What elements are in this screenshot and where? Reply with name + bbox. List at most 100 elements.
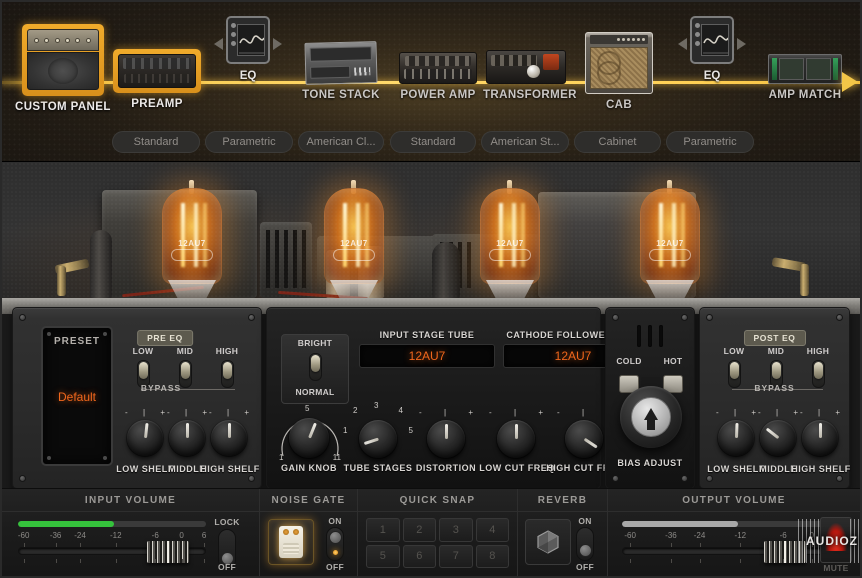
chain-node-tone-stack[interactable]: TONE STACK [302, 41, 380, 101]
post-eq-high-shelf-knob[interactable] [802, 420, 838, 456]
pre-eq-middle-ticks: - | + [167, 408, 207, 417]
preset-title: PRESET [53, 336, 100, 347]
chain-node-power-amp[interactable]: POWER AMP [396, 52, 480, 101]
post-eq-high-shelf-label: HIGH SHELF [791, 464, 851, 474]
capacitor-1 [326, 250, 350, 298]
post-screw-tr [836, 314, 843, 321]
quick-snap-button-8[interactable]: 8 [475, 544, 509, 568]
pill-transformer-variant[interactable]: American St... [481, 131, 569, 153]
pre-eq-bypass-label: BYPASS [140, 383, 182, 393]
low-cut-freq-ticks: - | + [489, 408, 543, 417]
chain-node-preamp[interactable]: PREAMP [112, 49, 202, 110]
handle-bracket-right [771, 257, 807, 272]
pill-eq2-variant[interactable]: Parametric [666, 131, 754, 153]
chain-node-amp-match[interactable]: AMP MATCH [764, 54, 846, 101]
post-screw-br [836, 475, 843, 482]
bias-screw-br [681, 475, 688, 482]
input-stage-tube-readout[interactable]: 12AU7 [359, 344, 495, 368]
input-lock-on-label: LOCK [214, 517, 240, 527]
quick-snap-button-7[interactable]: 7 [439, 544, 473, 568]
chain-label-power-amp: POWER AMP [400, 89, 476, 101]
gain-knob[interactable] [289, 418, 329, 458]
quick-snap-button-1[interactable]: 1 [366, 518, 400, 542]
reverb-toggle[interactable] [569, 527, 601, 561]
high-cut-freq-knob[interactable] [565, 420, 603, 458]
pre-eq-high-shelf-label: HIGH SHELF [200, 464, 260, 474]
pill-preamp-variant[interactable]: Standard [112, 131, 200, 153]
pill-power-amp-variant[interactable]: Standard [390, 131, 476, 153]
reverb-title: REVERB [518, 489, 607, 512]
quick-snap-button-4[interactable]: 4 [475, 518, 509, 542]
eq1-prev-arrow-icon[interactable] [214, 38, 223, 50]
pre-eq-high-shelf-knob[interactable] [211, 420, 247, 456]
noise-gate-title: NOISE GATE [260, 489, 357, 512]
output-volume-slider[interactable] [622, 541, 826, 563]
chain-node-eq-1[interactable]: EQ [214, 16, 282, 82]
input-volume-title: INPUT VOLUME [2, 489, 259, 512]
quick-snap-button-2[interactable]: 2 [402, 518, 436, 542]
noise-gate-toggle[interactable] [319, 527, 351, 561]
cathode-follower-tube-value: 12AU7 [554, 349, 592, 363]
preamp-tube-4: 12AU7 [640, 180, 700, 300]
wire-red-mid [278, 290, 368, 301]
bias-up-arrow-icon [644, 408, 658, 430]
pill-tone-stack-variant[interactable]: American Cl... [298, 131, 384, 153]
post-eq-middle-knob[interactable] [760, 420, 796, 456]
reverb-button[interactable] [525, 519, 571, 565]
power-amp-thumbnail[interactable] [399, 52, 477, 84]
vent-block-left [260, 222, 312, 298]
distortion-ticks: - | + [419, 408, 473, 417]
tone-stack-icon [304, 41, 378, 85]
distortion-knob[interactable] [427, 420, 465, 458]
quick-snap-button-6[interactable]: 6 [402, 544, 436, 568]
input-stage-tube-value: 12AU7 [408, 349, 446, 363]
tube-3-type-label: 12AU7 [496, 239, 524, 248]
tube-stages-knob[interactable] [359, 420, 397, 458]
tone-stack-thumbnail[interactable] [304, 41, 378, 85]
noise-gate-section: NOISE GATE ON OFF [260, 489, 358, 576]
chain-node-cab[interactable]: CAB [584, 32, 654, 111]
input-volume-slider[interactable] [18, 541, 206, 563]
post-eq-low-shelf-knob[interactable] [718, 420, 754, 456]
pre-eq-mid-label: MID [176, 346, 194, 356]
eq2-next-arrow-icon[interactable] [737, 38, 746, 50]
eq2-thumbnail[interactable] [678, 16, 746, 64]
preset-display[interactable]: PRESET Default [41, 326, 113, 466]
low-cut-freq-knob[interactable] [497, 420, 535, 458]
pill-cab-variant[interactable]: Cabinet [574, 131, 661, 153]
pre-eq-low-shelf-knob[interactable] [127, 420, 163, 456]
amp-match-icon [768, 54, 842, 84]
chain-node-custom-panel[interactable]: CUSTOM PANEL [15, 24, 110, 113]
normal-label: NORMAL [295, 387, 335, 397]
bias-adjust-knob[interactable] [619, 375, 683, 448]
vent-block-mid [432, 234, 540, 298]
bright-normal-switch[interactable] [281, 353, 349, 381]
input-volume-meter [18, 521, 206, 527]
amp-match-thumbnail[interactable] [768, 54, 842, 84]
transformer-thumbnail[interactable] [486, 50, 566, 84]
quick-snap-button-5[interactable]: 5 [366, 544, 400, 568]
bias-screw-tr [681, 314, 688, 321]
power-amp-icon [399, 52, 477, 84]
input-volume-section: INPUT VOLUME -60 -36 -24 -12 -6 0 6 LOCK… [2, 489, 260, 576]
preamp-thumbnail[interactable] [113, 49, 201, 93]
reverb-on-label: ON [578, 516, 592, 526]
noise-gate-button[interactable] [268, 519, 314, 565]
pre-eq-middle-knob[interactable] [169, 420, 205, 456]
custom-panel-thumbnail[interactable] [21, 24, 104, 96]
quick-snap-section: QUICK SNAP 1 2 3 4 5 6 7 8 [358, 489, 518, 576]
transformer-block-left [102, 190, 257, 298]
chain-node-transformer[interactable]: TRANSFORMER [483, 50, 576, 101]
pill-eq1-variant[interactable]: Parametric [205, 131, 293, 153]
capacitor-dark-mid [432, 242, 460, 298]
amp-head-icon [26, 29, 99, 91]
eq2-prev-arrow-icon[interactable] [678, 38, 687, 50]
bottom-toolbar: INPUT VOLUME -60 -36 -24 -12 -6 0 6 LOCK… [2, 488, 862, 576]
quick-snap-button-3[interactable]: 3 [439, 518, 473, 542]
mute-label: MUTE [823, 563, 849, 573]
cab-thumbnail[interactable] [585, 32, 653, 94]
eq1-thumbnail[interactable] [214, 16, 282, 64]
output-volume-title: OUTPUT VOLUME [608, 489, 860, 512]
chain-node-eq-2[interactable]: EQ [678, 16, 746, 82]
eq1-next-arrow-icon[interactable] [273, 38, 282, 50]
